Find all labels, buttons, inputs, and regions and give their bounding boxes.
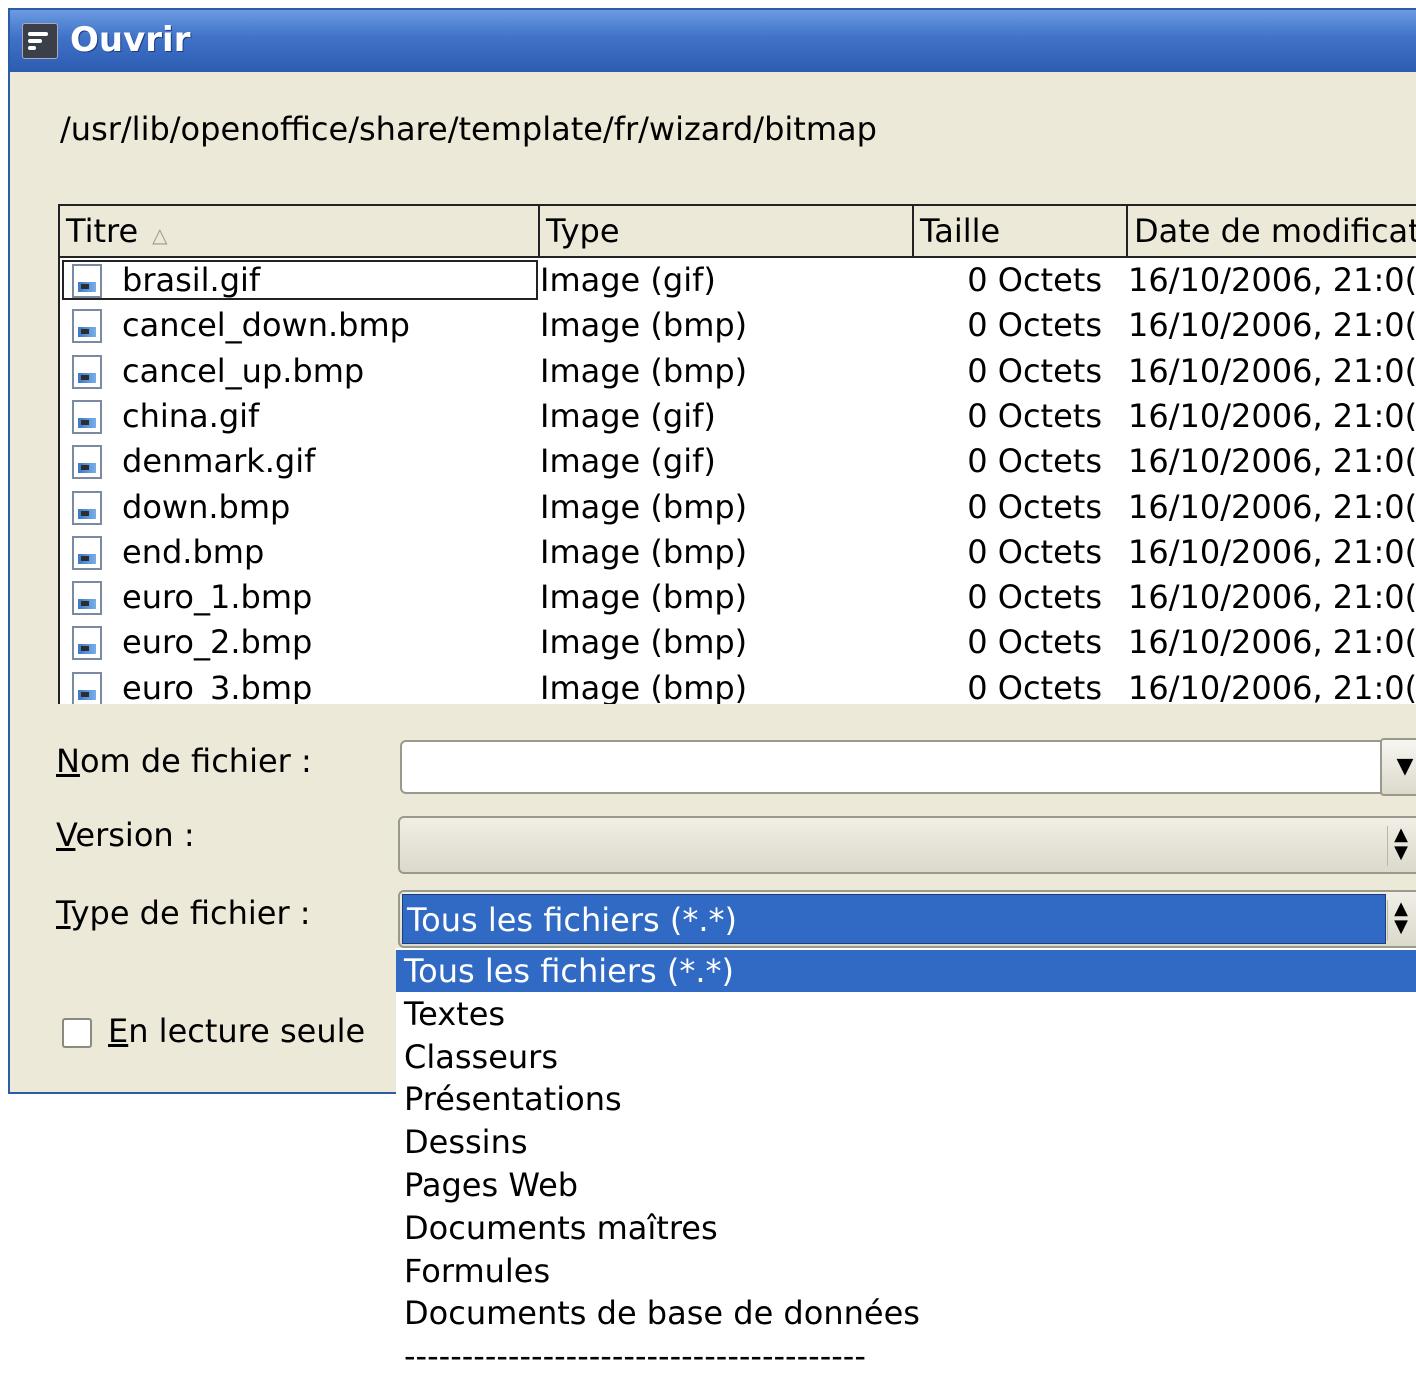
file-name: cancel_down.bmp [122, 306, 410, 345]
image-file-icon [72, 671, 102, 704]
file-name: china.gif [122, 396, 260, 435]
file-name: denmark.gif [122, 442, 316, 481]
file-type: Image (bmp) [540, 487, 748, 526]
image-file-icon [72, 354, 102, 389]
column-header-type[interactable]: Type [540, 206, 914, 256]
file-row[interactable]: euro_1.bmp Image (bmp) 0 Octets 16/10/2006,… [60, 575, 1416, 620]
window-title: Ouvrir [70, 20, 191, 60]
file-type: Image (bmp) [540, 668, 748, 704]
title-bar[interactable]: Ouvrir [10, 10, 1416, 72]
filetype-option[interactable]: Formules [396, 1250, 1416, 1292]
image-file-icon [72, 626, 102, 661]
column-header-title[interactable]: Titre △ [60, 206, 540, 256]
filename-label: Nom de fichier : [56, 742, 312, 780]
image-file-icon [72, 264, 102, 298]
filetype-option[interactable]: Tous les fichiers (*.*) [396, 950, 1416, 992]
file-type: Image (bmp) [540, 623, 748, 662]
filetype-option[interactable]: Classeurs [396, 1036, 1416, 1078]
file-row[interactable]: cancel_down.bmp Image (bmp) 0 Octets 16/10/… [60, 303, 1416, 348]
file-size: 0 Octets [967, 623, 1102, 662]
file-name: cancel_up.bmp [122, 351, 365, 390]
column-header-date[interactable]: Date de modificat [1128, 206, 1416, 256]
version-select[interactable]: ▲ ▼ [398, 816, 1416, 874]
file-size: 0 Octets [967, 396, 1102, 435]
readonly-checkbox[interactable] [62, 1018, 92, 1048]
file-size: 0 Octets [967, 532, 1102, 571]
file-name: euro_3.bmp [122, 668, 313, 704]
file-type: Image (bmp) [540, 306, 748, 345]
file-size: 0 Octets [967, 351, 1102, 390]
file-date: 16/10/2006, 21:0( [1128, 578, 1416, 617]
app-icon [22, 23, 58, 59]
column-header-size[interactable]: Taille [914, 206, 1128, 256]
file-date: 16/10/2006, 21:0( [1128, 532, 1416, 571]
dropdown-separator[interactable]: ---------------------------------------- [396, 1335, 1416, 1377]
file-date: 16/10/2006, 21:0( [1128, 668, 1416, 704]
image-file-icon [72, 490, 102, 525]
file-date: 16/10/2006, 21:0( [1128, 261, 1416, 299]
readonly-label[interactable]: En lecture seule [108, 1012, 365, 1050]
file-row[interactable]: down.bmp Image (bmp) 0 Octets 16/10/2006, 2… [60, 485, 1416, 530]
file-date: 16/10/2006, 21:0( [1128, 442, 1416, 481]
file-name: euro_2.bmp [122, 623, 313, 662]
file-list[interactable]: Titre △ Type Taille Date de modificat bra… [58, 204, 1416, 704]
file-name: brasil.gif [122, 261, 261, 299]
file-date: 16/10/2006, 21:0( [1128, 487, 1416, 526]
file-type: Image (bmp) [540, 351, 748, 390]
filetype-option[interactable]: Dessins [396, 1121, 1416, 1163]
file-name: down.bmp [122, 487, 291, 526]
current-path: /usr/lib/openoffice/share/template/fr/wi… [60, 110, 877, 148]
filetype-dropdown-list[interactable]: Tous les fichiers (*.*) Textes Classeurs Pr… [396, 948, 1416, 1377]
file-type: Image (bmp) [540, 532, 748, 571]
image-file-icon [72, 535, 102, 570]
filetype-option[interactable]: Documents maîtres [396, 1207, 1416, 1249]
file-list-header: Titre △ Type Taille Date de modificat [60, 206, 1416, 258]
chevron-down-icon: ▼ [1396, 754, 1414, 779]
image-file-icon [72, 445, 102, 480]
spin-arrows-icon: ▲ ▼ [1387, 826, 1414, 866]
spin-arrows-icon: ▲ ▼ [1387, 900, 1414, 940]
filetype-value: Tous les fichiers (*.*) [402, 894, 1386, 944]
file-row[interactable]: euro_2.bmp Image (bmp) 0 Octets 16/10/2006,… [60, 620, 1416, 665]
file-row[interactable]: denmark.gif Image (gif) 0 Octets 16/10/2006… [60, 439, 1416, 484]
file-type: Image (bmp) [540, 578, 748, 617]
file-date: 16/10/2006, 21:0( [1128, 396, 1416, 435]
filetype-label: Type de fichier : [56, 894, 311, 932]
file-size: 0 Octets [967, 261, 1102, 299]
version-label: Version : [56, 816, 195, 854]
image-file-icon [72, 581, 102, 616]
sort-ascending-icon: △ [152, 223, 168, 247]
filetype-option[interactable]: Pages Web [396, 1164, 1416, 1206]
file-size: 0 Octets [967, 668, 1102, 704]
filetype-option[interactable]: Présentations [396, 1078, 1416, 1120]
file-size: 0 Octets [967, 578, 1102, 617]
file-row[interactable]: euro_3.bmp Image (bmp) 0 Octets 16/10/2006,… [60, 666, 1416, 704]
file-type: Image (gif) [540, 261, 716, 299]
filename-input[interactable] [400, 740, 1416, 794]
file-name: end.bmp [122, 532, 265, 571]
filename-dropdown-button[interactable]: ▼ [1380, 738, 1416, 796]
file-row[interactable]: end.bmp Image (bmp) 0 Octets 16/10/2006, 21… [60, 530, 1416, 575]
filetype-select[interactable]: Tous les fichiers (*.*) ▲ ▼ [398, 890, 1416, 948]
file-date: 16/10/2006, 21:0( [1128, 623, 1416, 662]
filetype-option[interactable]: Documents de base de données [396, 1292, 1416, 1334]
file-type: Image (gif) [540, 396, 716, 435]
file-size: 0 Octets [967, 306, 1102, 345]
image-file-icon [72, 309, 102, 344]
file-type: Image (gif) [540, 442, 716, 481]
image-file-icon [72, 399, 102, 434]
file-row[interactable]: cancel_up.bmp Image (bmp) 0 Octets 16/10/20… [60, 349, 1416, 394]
filetype-option[interactable]: Textes [396, 993, 1416, 1035]
file-date: 16/10/2006, 21:0( [1128, 306, 1416, 345]
file-size: 0 Octets [967, 487, 1102, 526]
version-value [402, 820, 1386, 870]
file-row[interactable]: china.gif Image (gif) 0 Octets 16/10/2006, … [60, 394, 1416, 439]
file-size: 0 Octets [967, 442, 1102, 481]
open-dialog: Ouvrir /usr/lib/openoffice/share/templat… [8, 8, 1416, 1094]
file-date: 16/10/2006, 21:0( [1128, 351, 1416, 390]
file-row[interactable]: brasil.gif Image (gif) 0 Octets 16/10/2006,… [60, 258, 1416, 303]
file-name: euro_1.bmp [122, 578, 313, 617]
